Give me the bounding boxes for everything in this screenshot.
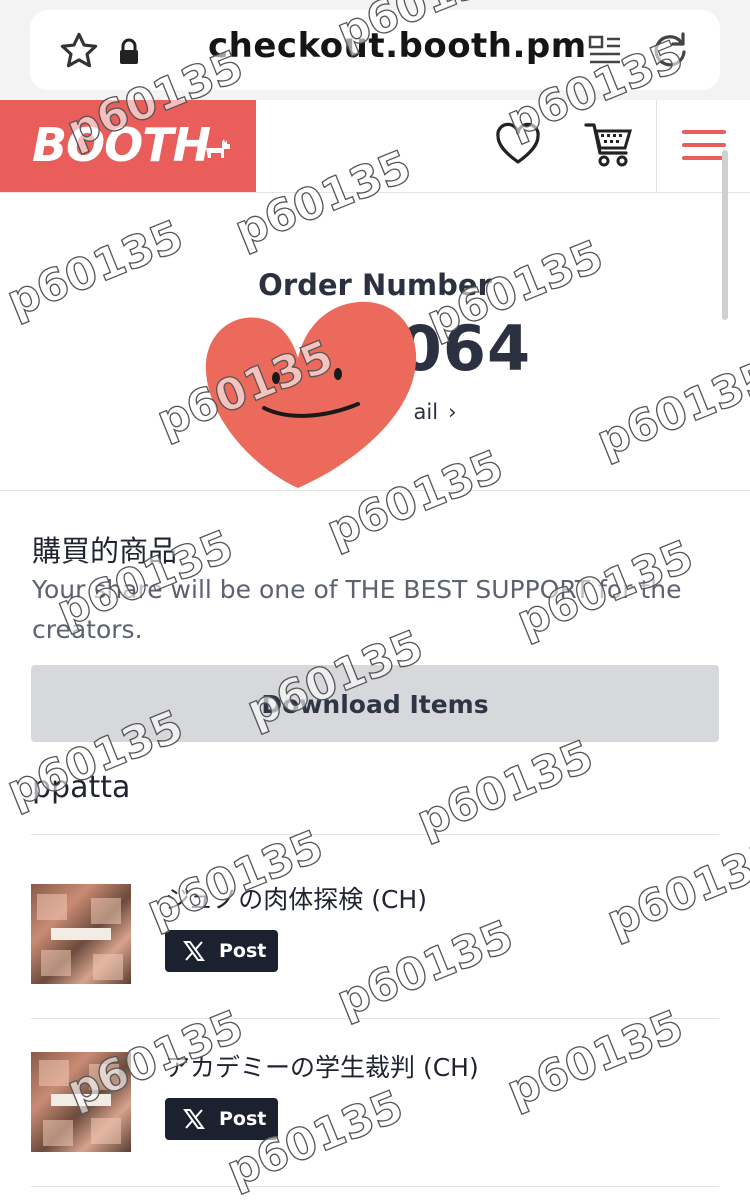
post-to-x-button[interactable]: Post: [165, 1098, 278, 1140]
share-note: Your share will be one of THE BEST SUPPO…: [32, 575, 682, 644]
list-item: ジュノの肉体探検 (CH) Post: [31, 884, 719, 994]
post-label: Post: [219, 1108, 267, 1130]
logo-text: BOOTH: [32, 118, 211, 172]
bookmark-star-icon[interactable]: [58, 30, 100, 72]
browser-chrome: checkout.booth.pm: [0, 0, 750, 100]
x-logo-icon: [183, 1109, 205, 1129]
smiling-heart-sticker: [205, 301, 417, 488]
cart-icon[interactable]: [584, 120, 634, 168]
reader-mode-icon[interactable]: [588, 34, 622, 66]
item-divider: [31, 1018, 719, 1019]
post-to-x-button[interactable]: Post: [165, 930, 278, 972]
download-items-button[interactable]: Download Items: [31, 665, 719, 742]
post-label: Post: [219, 940, 267, 962]
shop-name[interactable]: ppatta: [32, 770, 130, 805]
item-thumbnail[interactable]: [31, 884, 131, 984]
chevron-right-icon: ›: [448, 400, 457, 424]
watermark-text: p60135: [409, 730, 601, 848]
url-text[interactable]: checkout.booth.pm: [208, 26, 587, 66]
item-title[interactable]: アカデミーの学生裁判 (CH): [165, 1048, 479, 1084]
site-header: BOOTH: [0, 100, 750, 193]
address-bar[interactable]: checkout.booth.pm: [30, 10, 720, 90]
hamburger-menu-icon[interactable]: [682, 130, 726, 162]
reload-icon[interactable]: [650, 30, 690, 70]
lock-icon: [120, 38, 138, 64]
x-logo-icon: [183, 941, 205, 961]
heart-icon[interactable]: [494, 122, 542, 166]
deer-icon: [206, 139, 230, 158]
item-divider: [31, 1186, 719, 1187]
booth-logo[interactable]: BOOTH: [0, 100, 256, 192]
item-thumbnail[interactable]: [31, 1052, 131, 1152]
list-item: アカデミーの学生裁判 (CH) Post: [31, 1052, 719, 1162]
purchased-items-title: 購買的商品: [32, 534, 178, 568]
item-divider: [31, 834, 719, 835]
section-divider: [0, 490, 750, 491]
item-title[interactable]: ジュノの肉体探検 (CH): [165, 880, 427, 916]
header-divider: [656, 100, 657, 192]
